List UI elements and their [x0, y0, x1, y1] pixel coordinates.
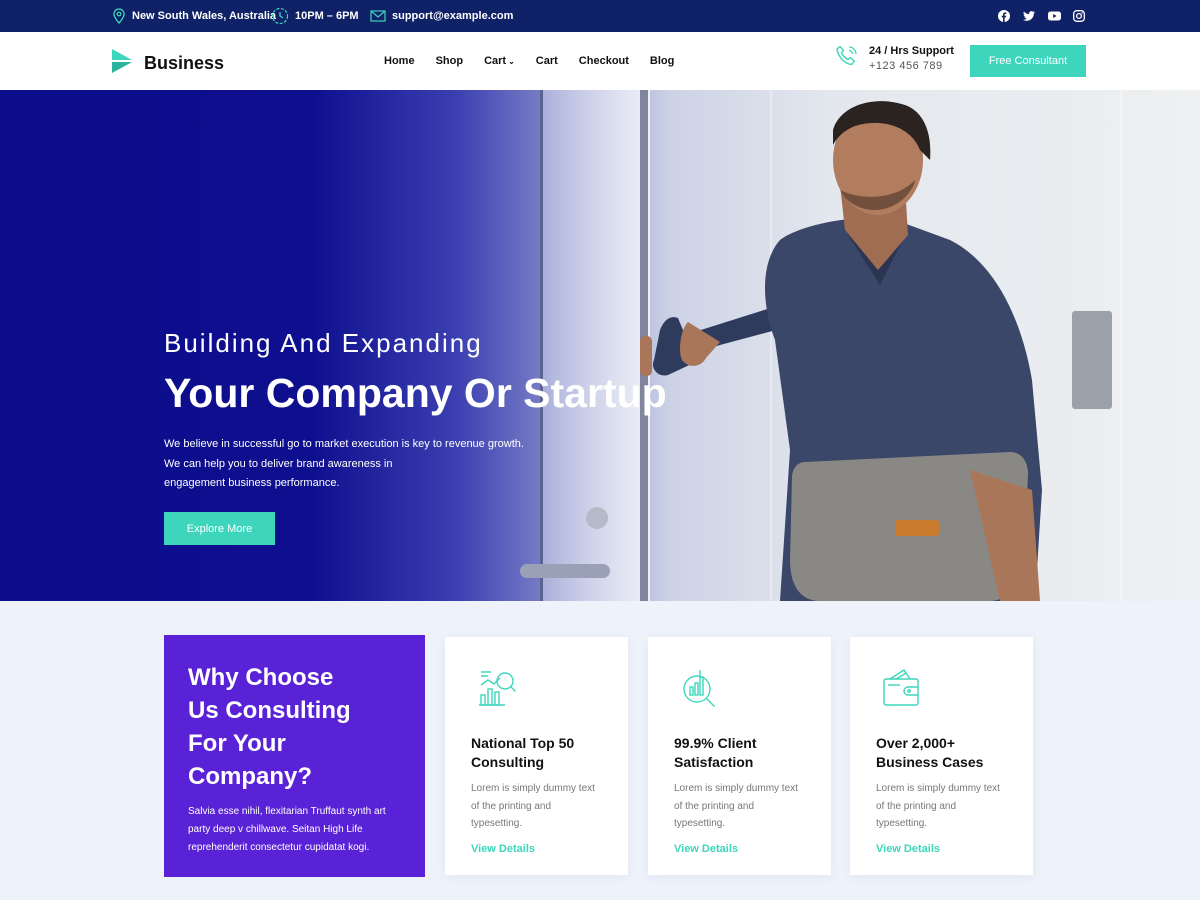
nav-home[interactable]: Home [384, 55, 415, 67]
card-text-line: of the printing and [471, 800, 552, 812]
site-header: Business Home Shop Cart ⌄ Cart Checkout B… [0, 32, 1200, 90]
nav-checkout[interactable]: Checkout [579, 55, 629, 67]
why-title-line: For Your [188, 730, 286, 757]
logo-mark-icon [110, 48, 134, 79]
chevron-down-icon: ⌄ [508, 57, 515, 66]
hero-description: We believe in successful go to market ex… [164, 435, 524, 494]
door-handle-graphic [520, 564, 610, 578]
support-phone[interactable]: +123 456 789 [869, 60, 954, 72]
door-lock-graphic [586, 507, 608, 529]
nav-cart-dropdown-label: Cart [484, 55, 507, 67]
instagram-icon[interactable] [1072, 9, 1086, 23]
hero-section: Building And Expanding Your Company Or S… [0, 90, 1200, 601]
background-line [1120, 90, 1122, 601]
card-title: National Top 50 Consulting [471, 734, 602, 772]
nav-cart[interactable]: Cart [536, 55, 558, 67]
hero-title: Your Company Or Startup [164, 370, 667, 416]
explore-more-button[interactable]: Explore More [164, 512, 275, 545]
card-text-line: Lorem is simply dummy text [471, 783, 595, 794]
why-title-line: Us Consulting [188, 697, 351, 724]
hero-description-line: We believe in successful go to market ex… [164, 438, 524, 450]
analytics-search-icon [683, 670, 715, 707]
view-details-link[interactable]: View Details [876, 843, 1007, 855]
feature-card: Over 2,000+ Business Cases Lorem is simp… [850, 637, 1033, 875]
why-title-line: Why Choose [188, 664, 334, 691]
phone-icon [835, 44, 859, 73]
support-info: 24 / Hrs Support +123 456 789 [835, 44, 954, 73]
view-details-link[interactable]: View Details [471, 843, 602, 855]
businessman-photo [640, 101, 1042, 601]
nav-blog[interactable]: Blog [650, 55, 674, 67]
support-text: 24 / Hrs Support +123 456 789 [869, 45, 954, 72]
card-text-line: typesetting. [471, 818, 523, 829]
support-title: 24 / Hrs Support [869, 45, 954, 57]
card-title-line: Over 2,000+ [876, 735, 956, 751]
card-title: 99.9% Client Satisfaction [674, 734, 805, 772]
logo-text: Business [144, 53, 225, 73]
main-nav: Home Shop Cart ⌄ Cart Checkout Blog [384, 32, 674, 90]
why-title-line: Company? [188, 763, 313, 790]
why-choose-us-panel: Why Choose Us Consulting For Your Compan… [164, 635, 425, 877]
wallet-icon [883, 669, 919, 706]
card-title-line: Consulting [471, 754, 545, 770]
hero-description-line: engagement business performance. [164, 477, 340, 489]
card-text-line: of the printing and [876, 800, 957, 812]
free-consultant-button[interactable]: Free Consultant [970, 45, 1086, 77]
card-text-line: Lorem is simply dummy text [674, 783, 798, 794]
elevator-panel-graphic [1072, 311, 1112, 409]
why-title: Why Choose Us Consulting For Your Compan… [188, 661, 401, 793]
card-text-line: of the printing and [674, 800, 755, 812]
card-text-line: Lorem is simply dummy text [876, 783, 1000, 794]
chart-magnifier-icon [479, 671, 516, 706]
nav-cart-dropdown[interactable]: Cart ⌄ [484, 55, 515, 67]
feature-card: National Top 50 Consulting Lorem is simp… [445, 637, 628, 875]
view-details-link[interactable]: View Details [674, 843, 805, 855]
why-description: Salvia esse nihil, flexitarian Truffaut … [188, 806, 386, 853]
card-title-line: Business Cases [876, 754, 984, 770]
card-text-line: typesetting. [876, 818, 928, 829]
facebook-icon[interactable] [997, 9, 1011, 23]
hero-subtitle: Building And Expanding [164, 328, 483, 358]
card-text: Lorem is simply dummy text of the printi… [471, 780, 602, 833]
site-logo[interactable]: Business [110, 48, 224, 79]
card-title: Over 2,000+ Business Cases [876, 734, 1007, 772]
card-title-line: 99.9% Client [674, 735, 757, 751]
youtube-icon[interactable] [1047, 9, 1061, 23]
card-title-line: National Top 50 [471, 735, 575, 751]
feature-card: 99.9% Client Satisfaction Lorem is simpl… [648, 637, 831, 875]
card-text-line: typesetting. [674, 818, 726, 829]
social-links [0, 0, 1200, 32]
hero-description-line: We can help you to deliver brand awarene… [164, 457, 393, 470]
card-text: Lorem is simply dummy text of the printi… [674, 780, 805, 833]
nav-shop[interactable]: Shop [436, 55, 464, 67]
twitter-icon[interactable] [1022, 9, 1036, 23]
card-text: Lorem is simply dummy text of the printi… [876, 780, 1007, 833]
card-title-line: Satisfaction [674, 754, 754, 770]
top-bar: New South Wales, Australia 10PM – 6PM su… [0, 0, 1200, 32]
